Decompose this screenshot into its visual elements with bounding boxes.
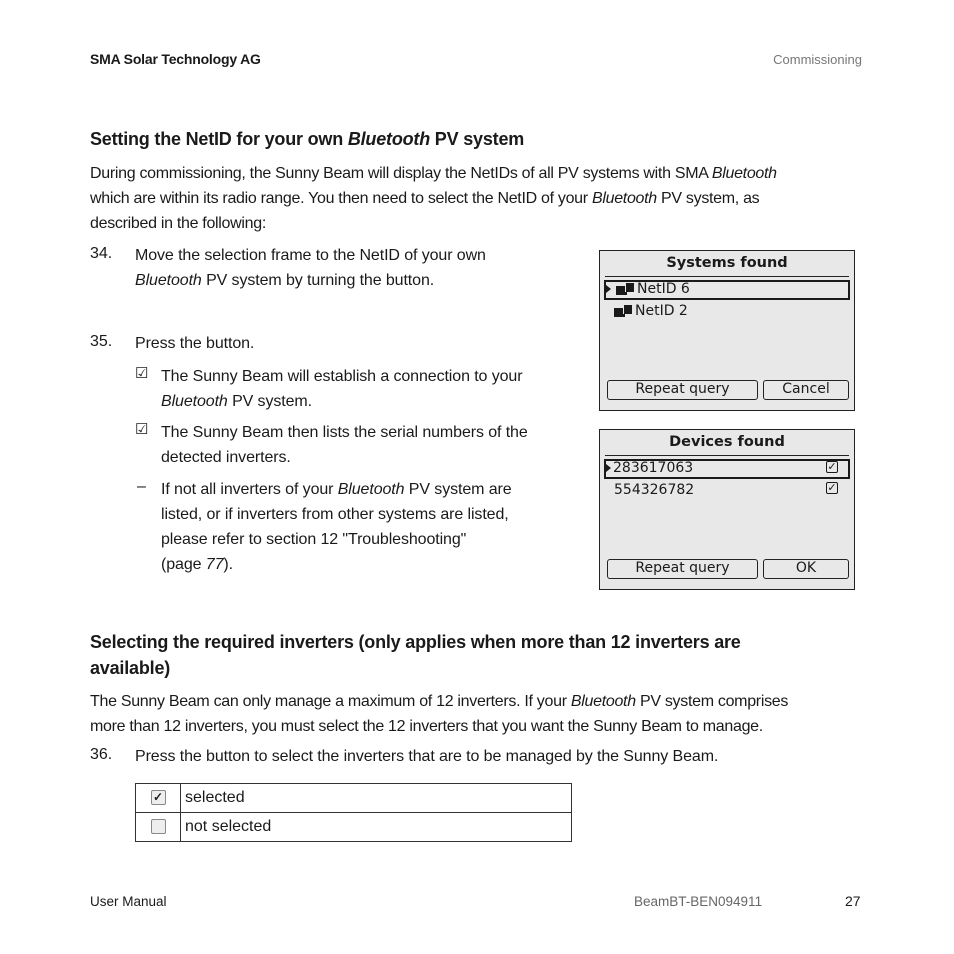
note-text-line: (page xyxy=(161,556,206,573)
heading-text: PV system xyxy=(430,129,525,149)
heading-line: Selecting the required inverters (only a… xyxy=(90,632,741,652)
intro-text: During commissioning, the Sunny Beam wil… xyxy=(90,165,712,182)
result-text-line: The Sunny Beam will establish a connecti… xyxy=(161,368,523,385)
serial-number: 283617063 xyxy=(613,460,694,476)
netid-label: NetID 2 xyxy=(635,303,688,319)
intro-text: PV system, as xyxy=(656,190,760,207)
intro-italic: Bluetooth xyxy=(570,693,636,710)
dash-bullet: – xyxy=(137,478,146,495)
page-number: 27 xyxy=(845,893,861,909)
heading-text: Setting the NetID for your own xyxy=(90,129,348,149)
legend-icon-cell: ✓ xyxy=(135,783,181,813)
checkbox-unchecked-icon xyxy=(150,819,166,835)
troubleshooting-reference: please refer to section 12 "Troubleshoot… xyxy=(161,531,467,548)
legend-row: ✓ selected xyxy=(135,783,572,813)
result-checkbox-icon: ☑ xyxy=(135,365,149,382)
systems-found-screen: Systems found NetID 6 NetID 2 Repeat que… xyxy=(599,250,855,411)
note-text-line: ). xyxy=(223,556,233,573)
result-italic: Bluetooth xyxy=(161,393,228,410)
serial-number: 554326782 xyxy=(614,482,695,498)
section2-heading: Selecting the required inverters (only a… xyxy=(90,629,880,681)
selection-arrow-icon xyxy=(606,464,611,472)
section1-heading: Setting the NetID for your own Bluetooth… xyxy=(90,129,524,150)
screen-title: Devices found xyxy=(669,434,785,450)
result-text-line: detected inverters. xyxy=(161,449,291,466)
note-text-line: listed, or if inverters from other syste… xyxy=(161,506,509,523)
page-reference-link[interactable]: 77 xyxy=(206,556,224,573)
header-company: SMA Solar Technology AG xyxy=(90,51,261,67)
result-text-line: PV system. xyxy=(227,393,312,410)
note-text-line: PV system are xyxy=(404,481,512,498)
result-checkbox-icon: ☑ xyxy=(135,421,149,438)
intro-text: which are within its radio range. You th… xyxy=(90,190,592,207)
checkbox-checked-icon: ✓ xyxy=(150,790,166,806)
step-34-text: Move the selection frame to the NetID of… xyxy=(135,243,575,293)
step-italic: Bluetooth xyxy=(135,272,202,289)
intro-text: more than 12 inverters, you must select … xyxy=(90,718,763,735)
cancel-button[interactable]: Cancel xyxy=(763,380,849,400)
checkbox-checked-icon[interactable]: ✓ xyxy=(826,482,838,494)
step-34-number: 34. xyxy=(90,245,113,262)
netid-label: NetID 6 xyxy=(637,281,690,297)
step-text-line: Move the selection frame to the NetID of… xyxy=(135,247,486,264)
legend-icon-cell xyxy=(135,812,181,842)
step-35-text: Press the button. xyxy=(135,335,255,352)
result-2-text: The Sunny Beam then lists the serial num… xyxy=(161,420,581,470)
system-list-item[interactable]: NetID 2 xyxy=(604,301,850,321)
device-list-item[interactable]: 554326782 ✓ xyxy=(604,480,850,500)
device-list-item-selected[interactable]: 283617063 ✓ xyxy=(604,459,850,479)
step-text-line: PV system by turning the button. xyxy=(201,272,435,289)
header-section: Commissioning xyxy=(773,52,862,67)
system-list-item-selected[interactable]: NetID 6 xyxy=(604,280,850,300)
repeat-query-button[interactable]: Repeat query xyxy=(607,380,758,400)
note-text-line: If not all inverters of your xyxy=(161,481,338,498)
step-36-text: Press the button to select the inverters… xyxy=(135,748,719,765)
footer-doc-id: BeamBT-BEN094911 xyxy=(634,894,763,909)
repeat-query-button[interactable]: Repeat query xyxy=(607,559,758,579)
step-36-number: 36. xyxy=(90,746,113,763)
screen-title: Systems found xyxy=(666,255,788,271)
heading-line: available) xyxy=(90,658,171,678)
pv-system-icon xyxy=(614,305,632,317)
devices-found-screen: Devices found 283617063 ✓ 554326782 ✓ Re… xyxy=(599,429,855,590)
selection-arrow-icon xyxy=(606,285,611,293)
result-1-text: The Sunny Beam will establish a connecti… xyxy=(161,364,581,414)
pv-system-icon xyxy=(616,283,634,295)
note-italic: Bluetooth xyxy=(337,481,405,498)
intro-italic: Bluetooth xyxy=(711,165,777,182)
title-divider xyxy=(605,455,849,456)
title-divider xyxy=(605,276,849,277)
result-text-line: The Sunny Beam then lists the serial num… xyxy=(161,424,528,441)
intro-text: PV system comprises xyxy=(635,693,789,710)
checkbox-checked-icon[interactable]: ✓ xyxy=(826,461,838,473)
legend-label: not selected xyxy=(180,812,572,842)
section2-intro: The Sunny Beam can only manage a maximum… xyxy=(90,689,880,739)
intro-italic: Bluetooth xyxy=(591,190,657,207)
intro-text: The Sunny Beam can only manage a maximum… xyxy=(90,693,571,710)
step-35-number: 35. xyxy=(90,333,113,350)
section1-intro: During commissioning, the Sunny Beam wil… xyxy=(90,161,870,236)
footer-manual: User Manual xyxy=(90,894,167,909)
heading-italic: Bluetooth xyxy=(347,129,430,149)
checkbox-legend-table: ✓ selected not selected xyxy=(135,783,572,842)
legend-row: not selected xyxy=(135,812,572,842)
legend-label: selected xyxy=(180,783,572,813)
note-text: If not all inverters of your Bluetooth P… xyxy=(161,477,581,577)
intro-text: described in the following: xyxy=(90,215,267,232)
ok-button[interactable]: OK xyxy=(763,559,849,579)
